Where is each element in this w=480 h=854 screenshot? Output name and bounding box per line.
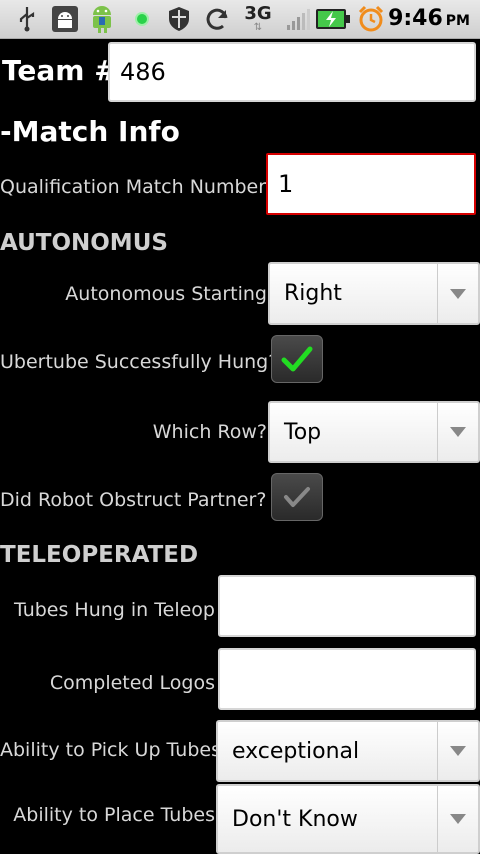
usb-icon [14, 5, 40, 33]
place-tubes-spinner[interactable]: Don't Know [216, 784, 480, 854]
check-icon [284, 487, 310, 507]
shield-icon [164, 5, 194, 33]
place-tubes-label: Ability to Place Tubes [13, 804, 215, 826]
sync-icon [202, 5, 232, 33]
qualification-match-value: 1 [278, 170, 294, 198]
qualification-match-label: Qualification Match Number [0, 176, 267, 198]
match-info-heading: -Match Info [0, 115, 180, 148]
chevron-down-icon [437, 264, 478, 323]
obstruct-partner-label: Did Robot Obstruct Partner? [0, 489, 267, 511]
android-debug-icon [50, 5, 80, 33]
signal-icon [284, 5, 312, 33]
chevron-down-icon [437, 403, 478, 461]
ubertube-checkbox[interactable] [271, 335, 323, 383]
chevron-down-icon [437, 722, 478, 780]
team-number-value: 486 [120, 58, 166, 86]
which-row-label: Which Row? [152, 421, 267, 443]
qualification-match-field[interactable]: 1 [266, 153, 476, 215]
pick-up-tubes-spinner[interactable]: exceptional [216, 720, 480, 782]
autonomous-starting-spinner[interactable]: Right [268, 262, 480, 325]
autonomous-heading: AUTONOMUS [0, 230, 168, 256]
team-number-label: Team # [2, 54, 118, 87]
3g-icon: 3G ⇅ [244, 3, 272, 33]
obstruct-partner-checkbox[interactable] [271, 473, 323, 521]
status-bar: 3G ⇅ 9:46 PM [0, 0, 480, 39]
completed-logos-field[interactable] [218, 648, 476, 710]
which-row-spinner[interactable]: Top [268, 401, 480, 463]
check-icon [281, 346, 313, 372]
pick-up-tubes-label: Ability to Pick Up Tubes [0, 739, 221, 761]
tubes-hung-label: Tubes Hung in Teleop [13, 599, 215, 621]
battery-charging-icon [314, 5, 352, 33]
which-row-value: Top [284, 419, 322, 445]
autonomous-starting-label: Autonomous Starting [65, 283, 267, 305]
team-number-field[interactable]: 486 [108, 42, 476, 102]
teleoperated-heading: TELEOPERATED [0, 542, 199, 568]
green-dot-icon [130, 5, 154, 33]
clock: 9:46 PM [388, 6, 470, 31]
alarm-clock-icon [356, 5, 386, 33]
ubertube-label: Ubertube Successfully Hung? [0, 351, 279, 373]
completed-logos-label: Completed Logos [49, 672, 215, 694]
autonomous-starting-value: Right [284, 281, 342, 306]
tubes-hung-field[interactable] [218, 575, 476, 637]
place-tubes-value: Don't Know [232, 806, 358, 832]
chevron-down-icon [437, 786, 478, 852]
pick-up-tubes-value: exceptional [232, 738, 360, 764]
android-app-icon [84, 5, 120, 33]
